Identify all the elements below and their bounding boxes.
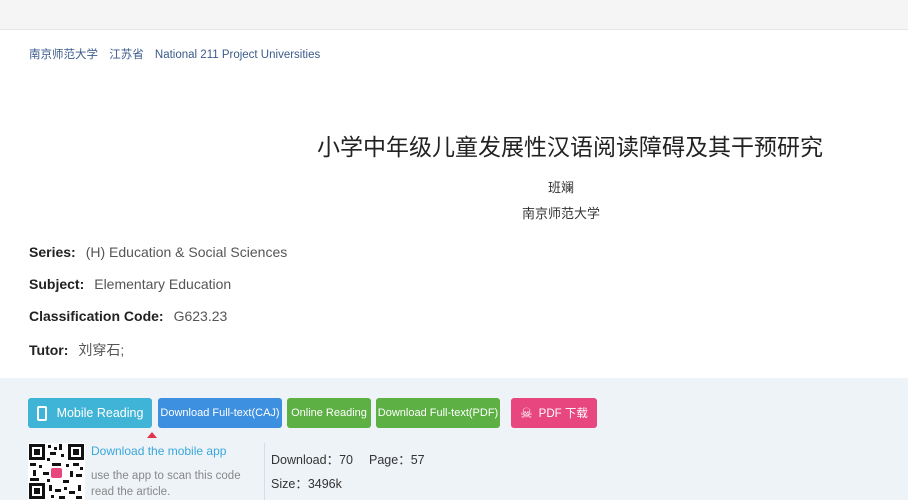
download-caj-label: Download Full-text(CAJ) [160,407,280,419]
download-pdf-button[interactable]: Download Full-text(PDF) [376,398,500,428]
meta-tutor: Tutor: 刘穿石; [29,340,124,360]
subject-label: Subject: [29,276,85,292]
classification-label: Classification Code: [29,308,164,324]
file-size: Size：3496k [271,477,342,491]
pdf-download-cn-label: PDF 下载 [538,408,588,420]
paper-author[interactable]: 班斓 [0,177,908,196]
subject-value[interactable]: Elementary Education [94,276,231,292]
breadcrumb-province[interactable]: 江苏省 [109,49,144,61]
download-caj-button[interactable]: Download Full-text(CAJ) [158,398,282,428]
tutor-label: Tutor: [29,342,69,358]
online-reading-label: Online Reading [291,407,367,419]
series-value[interactable]: (H) Education & Social Sciences [86,244,288,260]
pdf-download-cn-button[interactable]: ☠ PDF 下载 [511,398,597,428]
mobile-reading-label: Mobile Reading [56,406,144,420]
divider [264,443,265,500]
paper-title: 小学中年级儿童发展性汉语阅读障碍及其干预研究 [317,134,823,160]
qr-code [28,443,85,500]
breadcrumb: 南京师范大学 江苏省 National 211 Project Universi… [29,46,328,62]
breadcrumb-category[interactable]: National 211 Project Universities [155,49,320,61]
paper-affiliation[interactable]: 南京师范大学 [0,203,908,222]
meta-subject: Subject: Elementary Education [29,276,231,292]
meta-series: Series: (H) Education & Social Sciences [29,244,287,260]
series-label: Series: [29,244,76,260]
download-pdf-label: Download Full-text(PDF) [377,407,499,419]
classification-value: G623.23 [173,308,228,324]
app-scan-hint: use the app to scan this code read the a… [91,470,241,498]
breadcrumb-school[interactable]: 南京师范大学 [29,49,98,61]
download-count: Download：70 [271,453,353,467]
meta-classification: Classification Code: G623.23 [29,308,227,324]
popover-caret [147,432,157,438]
tutor-value[interactable]: 刘穿石; [78,342,124,358]
mobile-reading-button[interactable]: Mobile Reading [28,398,152,428]
page-count: Page：57 [369,453,425,467]
pdf-icon: ☠ [520,404,533,421]
download-app-link[interactable]: Download the mobile app [91,444,226,458]
top-bar [0,0,908,30]
online-reading-button[interactable]: Online Reading [287,398,371,428]
phone-icon [36,405,47,421]
